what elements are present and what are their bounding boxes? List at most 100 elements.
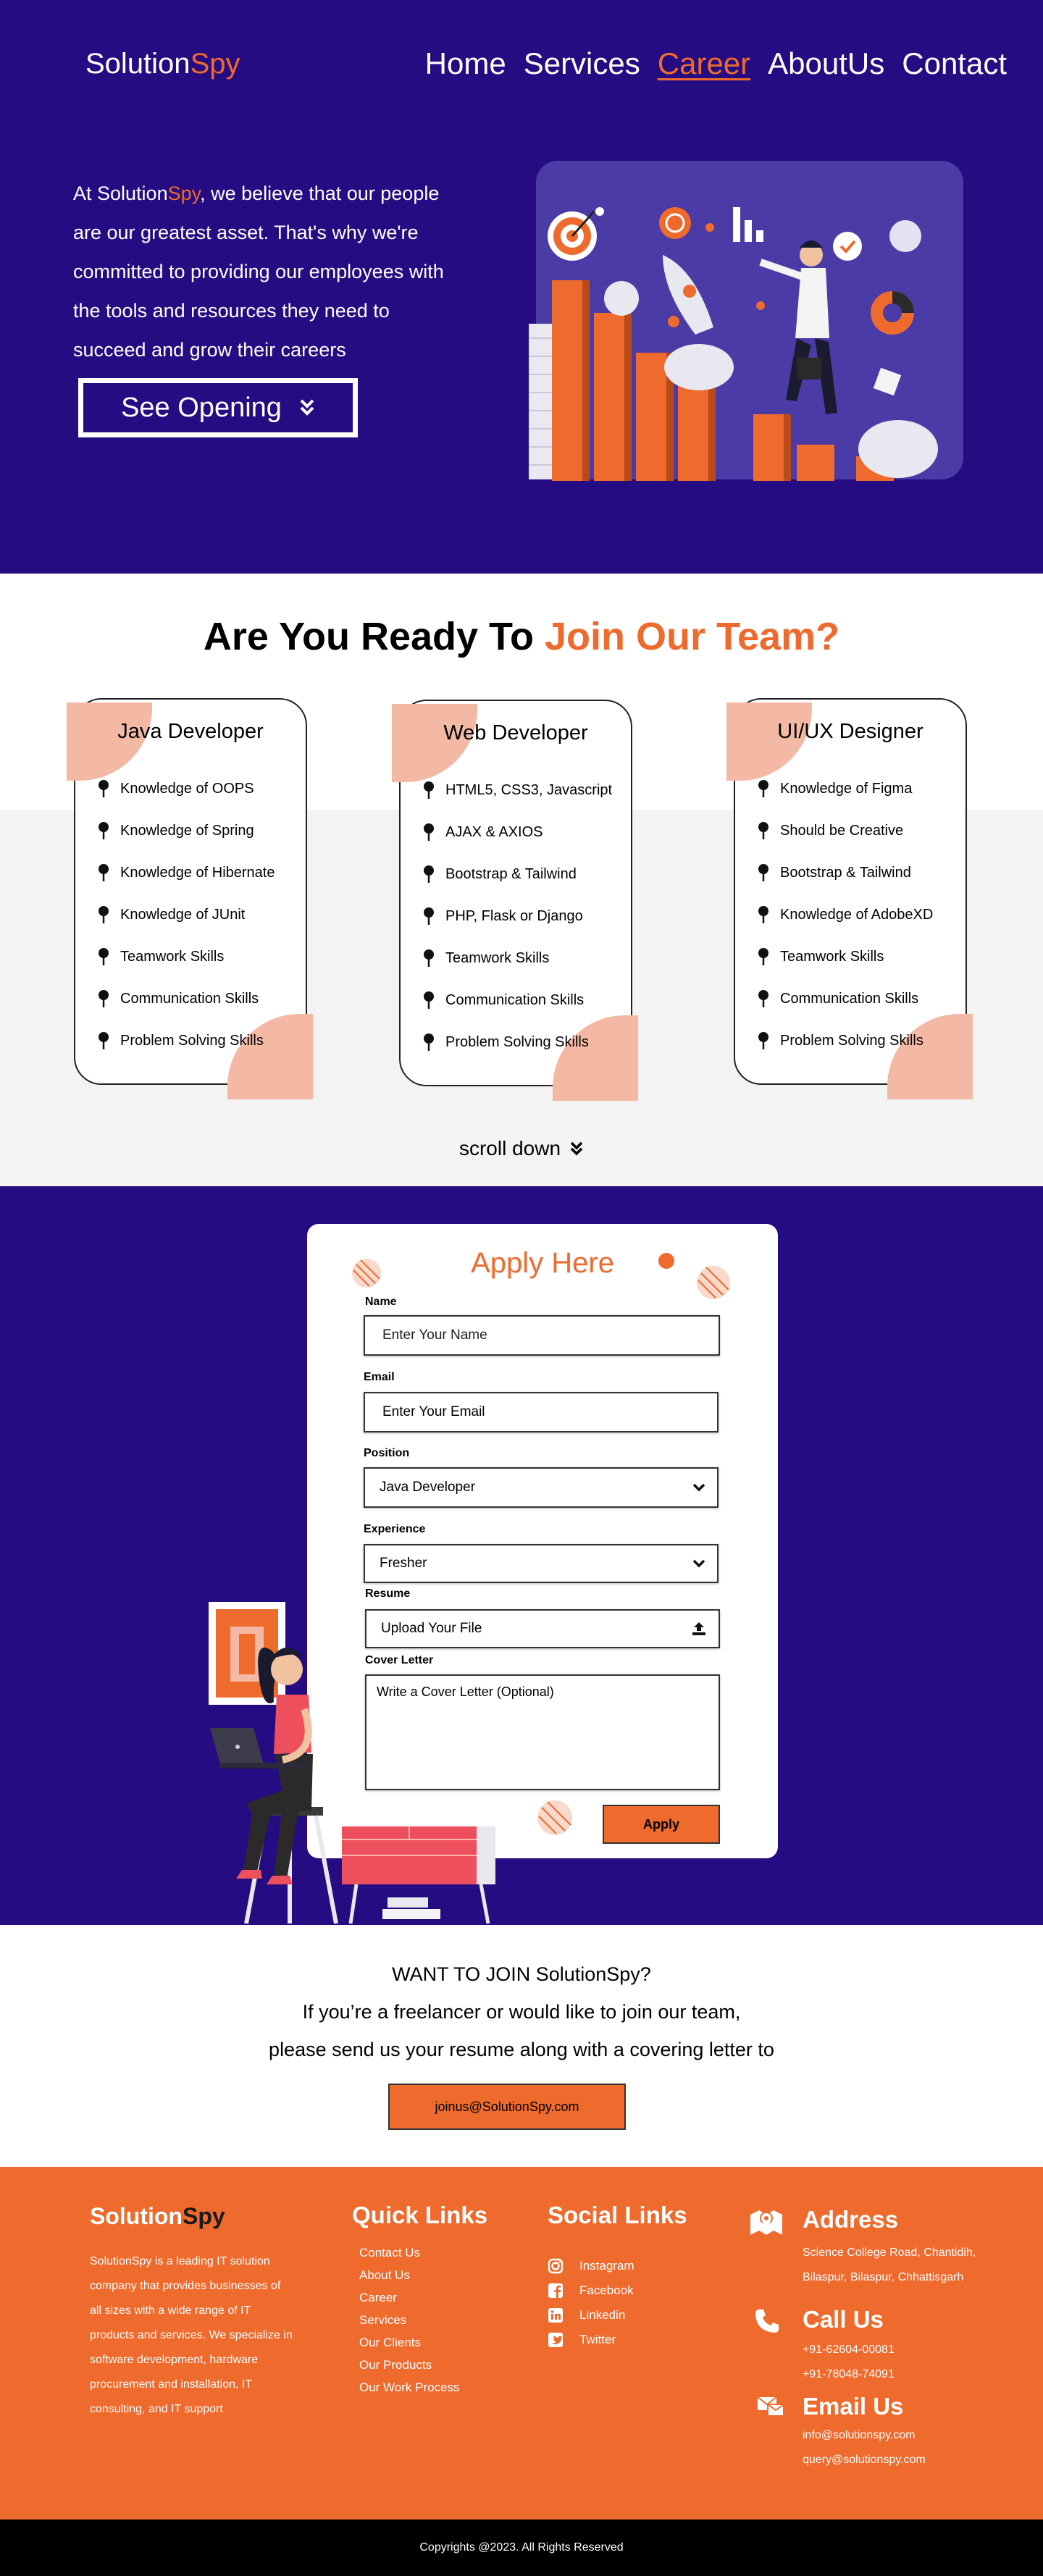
quick-link-career[interactable]: Career bbox=[359, 2286, 460, 2309]
pin-icon bbox=[99, 822, 109, 839]
nav-career[interactable]: Career bbox=[658, 46, 750, 81]
hero-text-pre: At Solution bbox=[73, 182, 168, 204]
pin-icon bbox=[424, 1033, 434, 1051]
position-label: Position bbox=[364, 1447, 410, 1459]
email-address[interactable]: info@solutionspy.com bbox=[803, 2423, 926, 2448]
list-item-text: Problem Solving Skills bbox=[780, 1032, 923, 1049]
pin-icon bbox=[758, 1032, 768, 1049]
call-us-title: Call Us bbox=[803, 2306, 884, 2333]
list-item: HTML5, CSS3, Javascript bbox=[422, 769, 612, 811]
requirements-list: Knowledge of Figma Should be Creative Bo… bbox=[757, 768, 933, 1062]
pin-icon bbox=[99, 864, 109, 881]
social-facebook[interactable]: Facebook bbox=[548, 2278, 634, 2303]
list-item: Problem Solving Skills bbox=[97, 1020, 275, 1062]
list-item-text: Bootstrap & Tailwind bbox=[445, 865, 577, 882]
copyright-bar: Copyrights @2023. All Rights Reserved bbox=[0, 2520, 1043, 2576]
double-chevron-down-icon bbox=[570, 1141, 583, 1156]
job-card-java-developer[interactable]: Java Developer Knowledge of OOPS Knowled… bbox=[67, 698, 313, 1099]
pin-icon bbox=[99, 990, 109, 1007]
pin-icon bbox=[424, 991, 434, 1009]
list-item-text: Should be Creative bbox=[780, 822, 904, 839]
nav-aboutus[interactable]: AboutUs bbox=[768, 46, 884, 81]
list-item: AJAX & AXIOS bbox=[422, 811, 612, 853]
pin-icon bbox=[99, 948, 109, 965]
nav-home[interactable]: Home bbox=[425, 46, 506, 81]
email-address[interactable]: query@solutionspy.com bbox=[803, 2448, 926, 2472]
experience-select[interactable]: Fresher bbox=[364, 1544, 719, 1583]
nav-services[interactable]: Services bbox=[524, 46, 640, 81]
job-card-web-developer[interactable]: Web Developer HTML5, CSS3, Javascript AJ… bbox=[392, 700, 638, 1101]
list-item-text: Communication Skills bbox=[120, 990, 259, 1007]
social-instagram[interactable]: Instagram bbox=[548, 2254, 634, 2278]
list-item: Communication Skills bbox=[97, 978, 275, 1020]
list-item-text: Knowledge of Figma bbox=[780, 780, 913, 797]
list-item: Bootstrap & Tailwind bbox=[422, 853, 612, 895]
job-card-uiux-designer[interactable]: UI/UX Designer Knowledge of Figma Should… bbox=[726, 698, 973, 1099]
instagram-icon bbox=[548, 2258, 564, 2274]
name-label: Name bbox=[365, 1296, 397, 1308]
social-twitter[interactable]: Twitter bbox=[548, 2328, 634, 2352]
nav-contact[interactable]: Contact bbox=[902, 46, 1007, 81]
quick-link-about-us[interactable]: About Us bbox=[359, 2264, 460, 2286]
quick-links-title: Quick Links bbox=[352, 2202, 488, 2228]
quick-link-our-clients[interactable]: Our Clients bbox=[359, 2331, 460, 2354]
social-linkedin[interactable]: Linkedin bbox=[548, 2303, 634, 2328]
hero-text-post: , we believe that our people are our gre… bbox=[73, 182, 444, 361]
name-input[interactable]: Enter Your Name bbox=[364, 1315, 720, 1356]
quick-link-our-products[interactable]: Our Products bbox=[359, 2354, 460, 2376]
footer-logo[interactable]: SolutionSpy bbox=[90, 2203, 225, 2230]
list-item: Communication Skills bbox=[757, 978, 933, 1020]
social-label: Twitter bbox=[579, 2333, 616, 2346]
pin-icon bbox=[424, 907, 434, 925]
logo-part2: Spy bbox=[190, 48, 240, 80]
team-section-title: Are You Ready To Join Our Team? bbox=[0, 614, 1043, 659]
list-item-text: HTML5, CSS3, Javascript bbox=[445, 781, 613, 798]
list-item: Problem Solving Skills bbox=[422, 1021, 612, 1063]
email-input[interactable]: Enter Your Email bbox=[364, 1392, 719, 1432]
list-item: Knowledge of Spring bbox=[97, 810, 275, 852]
join-email-button[interactable]: joinus@SolutionSpy.com bbox=[388, 2084, 626, 2130]
apply-title: Apply Here bbox=[471, 1247, 614, 1279]
phone-number[interactable]: +91-78048-74091 bbox=[803, 2362, 895, 2387]
linkedin-icon bbox=[548, 2308, 563, 2323]
address-text: Science College Road, Chantidih, Bilaspu… bbox=[803, 2246, 976, 2283]
join-heading: WANT TO JOIN SolutionSpy? bbox=[392, 1963, 651, 1985]
apply-button[interactable]: Apply bbox=[603, 1805, 720, 1844]
position-select[interactable]: Java Developer bbox=[364, 1467, 719, 1508]
list-item-text: Knowledge of Spring bbox=[120, 822, 254, 839]
scroll-down-link[interactable]: scroll down bbox=[0, 1137, 1043, 1160]
quick-link-contact-us[interactable]: Contact Us bbox=[359, 2241, 460, 2264]
pin-icon bbox=[99, 906, 109, 923]
team-title-part1: Are You Ready To bbox=[203, 615, 545, 658]
copyright-text: Copyrights @2023. All Rights Reserved bbox=[419, 2541, 624, 2554]
experience-value: Fresher bbox=[380, 1556, 427, 1571]
list-item-text: PHP, Flask or Django bbox=[445, 907, 583, 924]
pin-icon bbox=[424, 781, 434, 799]
list-item: Should be Creative bbox=[757, 810, 933, 852]
quick-link-our-work-process[interactable]: Our Work Process bbox=[359, 2376, 460, 2399]
list-item-text: Knowledge of Hibernate bbox=[120, 864, 275, 881]
pin-icon bbox=[424, 949, 434, 967]
join-us-text: WANT TO JOIN SolutionSpy? If you’re a fr… bbox=[0, 1955, 1043, 2068]
pin-icon bbox=[758, 948, 768, 965]
twitter-icon bbox=[548, 2333, 563, 2347]
facebook-icon bbox=[548, 2283, 563, 2298]
social-links-list: Instagram Facebook Linkedin Twitter bbox=[548, 2254, 634, 2352]
main-nav: Home Services Career AboutUs Contact bbox=[425, 46, 1007, 81]
chevron-down-icon bbox=[692, 1483, 705, 1492]
email-us-title: Email Us bbox=[803, 2393, 904, 2420]
scroll-down-label: scroll down bbox=[458, 1137, 561, 1159]
logo[interactable]: SolutionSpy bbox=[85, 48, 240, 80]
email-list: info@solutionspy.com query@solutionspy.c… bbox=[803, 2423, 926, 2472]
see-opening-button[interactable]: See Opening bbox=[78, 378, 358, 437]
list-item: Teamwork Skills bbox=[422, 937, 612, 979]
upload-icon bbox=[692, 1622, 705, 1635]
quick-link-services[interactable]: Services bbox=[359, 2309, 460, 2331]
list-item: PHP, Flask or Django bbox=[422, 895, 612, 937]
team-title-part2: Join Our Team? bbox=[545, 615, 840, 658]
list-item-text: Knowledge of OOPS bbox=[120, 780, 254, 797]
hero-description: At SolutionSpy, we believe that our peop… bbox=[73, 174, 464, 369]
phone-number[interactable]: +91-62604-00081 bbox=[803, 2338, 895, 2362]
map-icon bbox=[750, 2210, 782, 2235]
list-item: Communication Skills bbox=[422, 979, 612, 1021]
